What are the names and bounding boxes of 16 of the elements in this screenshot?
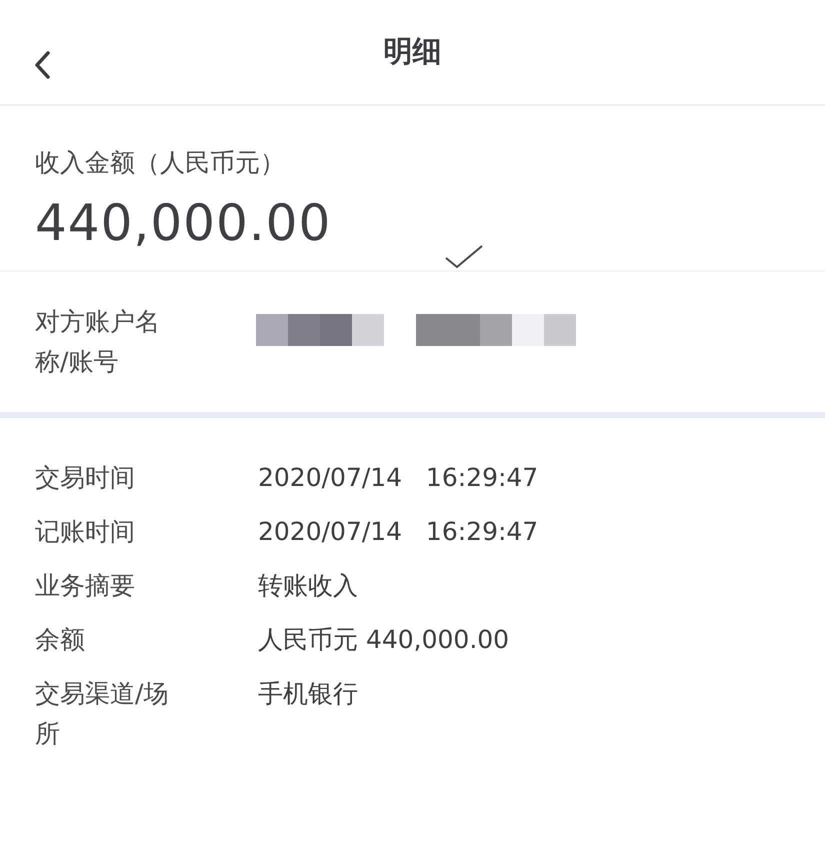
amount-value: 440,000.00 [35, 198, 332, 248]
field-label: 余额 [35, 624, 86, 656]
back-icon[interactable] [32, 50, 52, 80]
page-title: 明细 [384, 33, 442, 70]
field-label: 记账时间 [35, 516, 136, 548]
field-value: 手机银行 [258, 678, 358, 710]
field-value: 人民币元 440,000.00 [258, 624, 510, 656]
field-label: 交易渠道/场所 [35, 678, 170, 750]
field-value: 2020/07/14 16:29:47 [258, 462, 538, 494]
amount-label: 收入金额（人民币元） [35, 147, 285, 179]
field-label: 对方账户名称/账号 [35, 306, 161, 378]
field-value: 2020/07/14 16:29:47 [258, 516, 538, 548]
field-label: 业务摘要 [35, 570, 136, 602]
field-value: 转账收入 [258, 570, 358, 602]
field-label: 交易时间 [35, 462, 136, 494]
check-icon [444, 244, 484, 270]
